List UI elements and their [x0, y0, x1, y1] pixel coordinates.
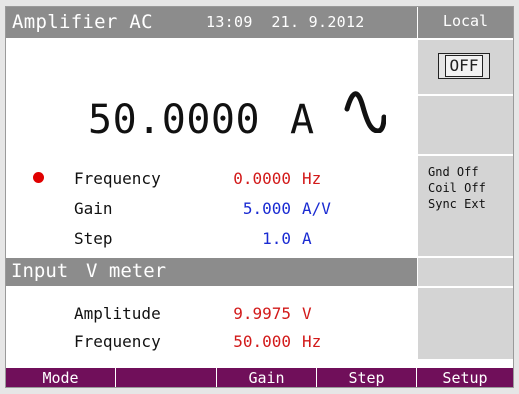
softkey-gain[interactable]: Gain: [217, 368, 317, 387]
coil-status: Coil Off: [428, 181, 486, 195]
softkey-mode[interactable]: Mode: [6, 368, 116, 387]
softkey-setup[interactable]: Setup: [417, 368, 513, 387]
meas-frequency-label: Frequency: [74, 332, 161, 351]
output-value: 50.0000: [88, 97, 261, 143]
output-unit: A: [290, 97, 315, 143]
side-blank-box-2: [418, 258, 513, 286]
side-blank-box-3: [418, 288, 513, 359]
side-panel: Local OFF Gnd Off Coil Off Sync Ext: [418, 7, 513, 359]
gnd-status: Gnd Off: [428, 165, 479, 179]
meas-frequency-unit: Hz: [302, 332, 322, 351]
sine-wave-icon: [344, 91, 386, 133]
clock: 13:09 21. 9.2012: [206, 13, 365, 31]
output-off-button[interactable]: OFF: [438, 53, 490, 79]
gain-unit: A/V: [302, 199, 331, 218]
step-unit: A: [302, 229, 312, 248]
instrument-screen: Amplifier AC 13:09 21. 9.2012 Local OFF …: [5, 6, 514, 388]
local-status-box: Local: [418, 7, 513, 38]
vmeter-title: V meter: [86, 260, 167, 282]
time: 13:09: [206, 13, 253, 31]
local-status: Local: [442, 12, 489, 30]
input-title: Input: [11, 260, 69, 282]
softkey-blank[interactable]: [116, 368, 217, 387]
amplitude-value: 9.9975: [233, 304, 291, 323]
title-bar: Amplifier AC 13:09 21. 9.2012: [6, 7, 417, 38]
step-value[interactable]: 1.0: [211, 229, 291, 248]
meas-frequency-value: 50.000: [233, 332, 291, 351]
date: 21. 9.2012: [271, 13, 365, 31]
output-off-label: OFF: [444, 55, 484, 77]
amplitude-label: Amplitude: [74, 304, 161, 323]
frequency-unit: Hz: [302, 169, 322, 188]
sync-status: Sync Ext: [428, 197, 486, 211]
frequency-value[interactable]: 0.0000: [211, 169, 291, 188]
amplitude-unit: V: [302, 304, 312, 323]
app-title: Amplifier AC: [12, 11, 153, 33]
output-switch-box: OFF: [418, 40, 513, 94]
frequency-label: Frequency: [74, 169, 161, 188]
red-dot-icon: [33, 172, 44, 183]
gain-label: Gain: [74, 199, 113, 218]
side-blank-box-1: [418, 96, 513, 154]
input-section-header: Input V meter: [6, 258, 417, 286]
status-flags-box: Gnd Off Coil Off Sync Ext: [418, 156, 513, 256]
gain-value[interactable]: 5.000: [211, 199, 291, 218]
step-label: Step: [74, 229, 113, 248]
softkey-step[interactable]: Step: [317, 368, 417, 387]
softkey-bar: Mode Gain Step Setup: [6, 368, 513, 387]
